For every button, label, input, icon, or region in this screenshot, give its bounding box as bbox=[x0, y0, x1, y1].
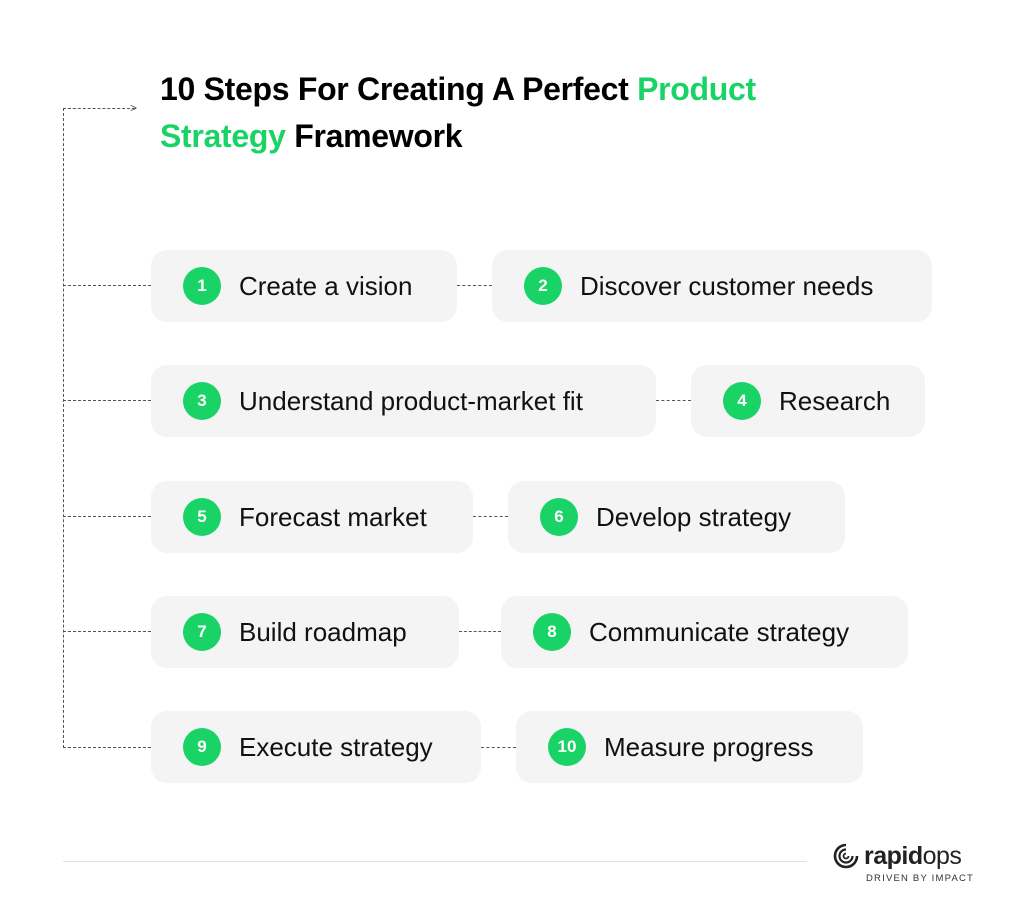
step-label: Understand product-market fit bbox=[239, 385, 583, 416]
connector-spine bbox=[63, 108, 64, 748]
step-connector bbox=[481, 747, 516, 748]
step-number-badge: 10 bbox=[548, 728, 586, 766]
brand-name: rapidops bbox=[864, 842, 962, 870]
connector-branch bbox=[63, 631, 151, 632]
step-number-badge: 9 bbox=[183, 728, 221, 766]
step-connector bbox=[473, 516, 508, 517]
title-highlight: Product bbox=[637, 71, 756, 107]
connector-branch bbox=[63, 285, 151, 286]
step-label: Forecast market bbox=[239, 501, 427, 532]
step-label: Measure progress bbox=[604, 731, 814, 762]
title-text: Framework bbox=[285, 118, 463, 154]
arrow-right-icon: > bbox=[130, 101, 138, 115]
step-number-badge: 1 bbox=[183, 267, 221, 305]
step-card: 10 Measure progress bbox=[516, 711, 863, 783]
connector-branch bbox=[63, 747, 151, 748]
step-number-badge: 2 bbox=[524, 267, 562, 305]
step-card: 8 Communicate strategy bbox=[501, 596, 908, 668]
step-label: Develop strategy bbox=[596, 501, 792, 532]
step-card: 1 Create a vision bbox=[151, 250, 457, 322]
step-number-badge: 5 bbox=[183, 498, 221, 536]
step-number-badge: 6 bbox=[540, 498, 578, 536]
title-highlight: Strategy bbox=[160, 118, 286, 154]
step-card: 9 Execute strategy bbox=[151, 711, 481, 783]
step-number-badge: 4 bbox=[723, 382, 761, 420]
step-card: 2 Discover customer needs bbox=[492, 250, 932, 322]
rapidops-logo-icon bbox=[833, 843, 859, 869]
brand-tagline: DRIVEN BY IMPACT bbox=[866, 873, 975, 884]
step-connector bbox=[457, 285, 492, 286]
step-number-badge: 7 bbox=[183, 613, 221, 651]
step-number-badge: 3 bbox=[183, 382, 221, 420]
brand-name-light: ops bbox=[922, 842, 962, 870]
step-card: 5 Forecast market bbox=[151, 481, 473, 553]
step-label: Create a vision bbox=[239, 270, 413, 301]
step-card: 7 Build roadmap bbox=[151, 596, 459, 668]
step-card: 3 Understand product-market fit bbox=[151, 365, 656, 437]
step-label: Execute strategy bbox=[239, 731, 433, 762]
connector-branch bbox=[63, 516, 151, 517]
step-connector bbox=[459, 631, 501, 632]
step-label: Communicate strategy bbox=[589, 616, 850, 647]
step-label: Discover customer needs bbox=[580, 270, 874, 301]
connector-branch bbox=[63, 400, 151, 401]
step-connector bbox=[656, 400, 691, 401]
brand-logo: rapidops bbox=[832, 842, 962, 870]
step-label: Build roadmap bbox=[239, 616, 407, 647]
brand-name-bold: rapid bbox=[864, 842, 923, 870]
step-label: Research bbox=[779, 385, 891, 416]
page-title: 10 Steps For Creating A Perfect Product … bbox=[160, 66, 756, 160]
footer-divider bbox=[63, 861, 807, 862]
step-card: 4 Research bbox=[691, 365, 925, 437]
step-card: 6 Develop strategy bbox=[508, 481, 845, 553]
connector-arrow-line bbox=[63, 108, 135, 109]
step-number-badge: 8 bbox=[533, 613, 571, 651]
title-text: 10 Steps For Creating A Perfect bbox=[160, 71, 638, 107]
